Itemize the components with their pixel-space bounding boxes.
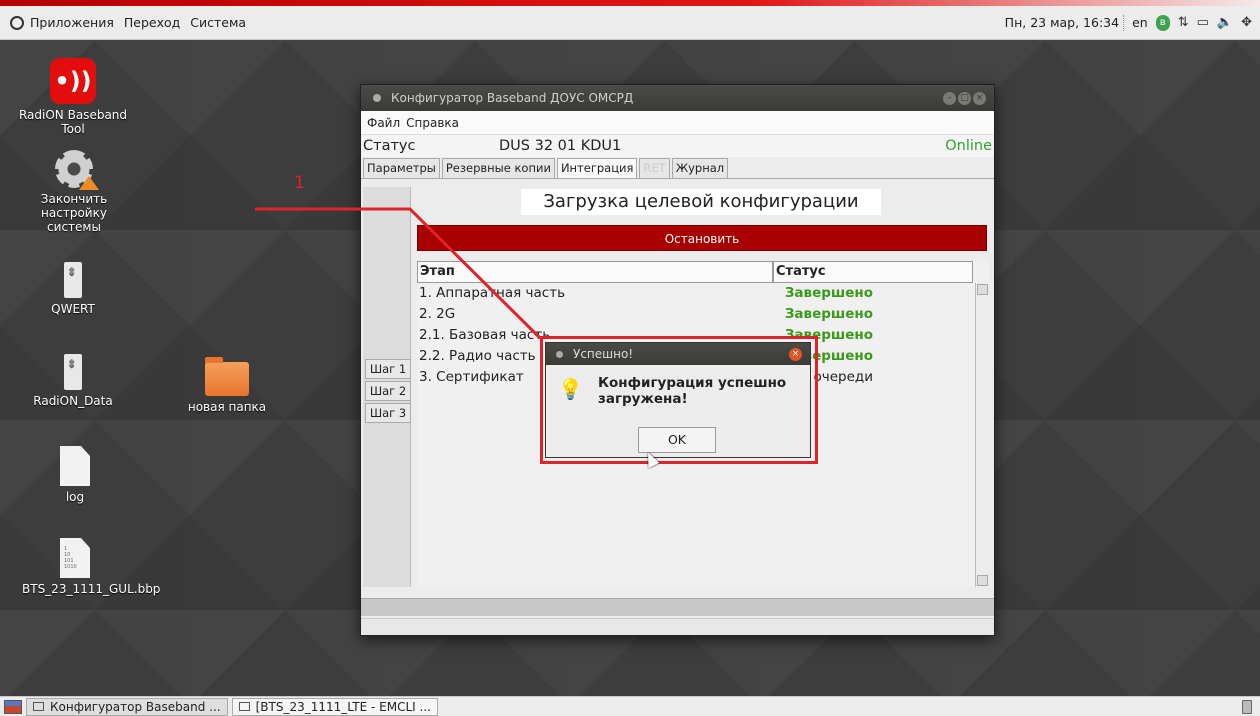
stage-name: 1. Аппаратная часть bbox=[419, 285, 566, 301]
table-scrollbar[interactable] bbox=[975, 283, 989, 587]
menu-file[interactable]: Файл bbox=[367, 116, 400, 130]
content-title: Загрузка целевой конфигурации bbox=[521, 189, 881, 215]
menu-applications[interactable]: Приложения bbox=[30, 15, 114, 30]
desktop-icon-radion[interactable]: •)) RadiON Baseband Tool bbox=[18, 58, 128, 136]
volume-icon[interactable]: 🔈 bbox=[1217, 15, 1233, 30]
column-header-status[interactable]: Статус bbox=[773, 261, 973, 283]
stage-status: Завершено bbox=[784, 306, 873, 322]
window-statusbar bbox=[361, 618, 994, 635]
text-file-icon bbox=[60, 446, 90, 486]
taskbar-item-emcli[interactable]: [BTS_23_1111_LTE - EMCLI ... bbox=[231, 697, 438, 716]
top-menu: Приложения Переход Система bbox=[0, 15, 256, 30]
window-menu-icon[interactable] bbox=[373, 94, 381, 102]
connection-status: Online bbox=[945, 138, 992, 154]
desktop-icon-label: RadiON_Data bbox=[33, 394, 113, 408]
info-bulb-icon: 💡 bbox=[558, 377, 583, 401]
keyboard-layout[interactable]: en bbox=[1132, 15, 1148, 30]
radion-icon: •)) bbox=[50, 58, 96, 104]
menu-help[interactable]: Справка bbox=[406, 116, 459, 130]
desktop-icon-label: RadiON Baseband Tool bbox=[18, 108, 128, 136]
step-1-button[interactable]: Шаг 1 bbox=[365, 359, 411, 379]
desktop-icon-qwert[interactable]: QWERT bbox=[18, 262, 128, 316]
status-label: Статус bbox=[363, 138, 416, 154]
desktop-icon-label: новая папка bbox=[187, 400, 267, 414]
tab-bar: Параметры Резервные копии Интеграция RET… bbox=[361, 157, 994, 179]
dialog-message: Конфигурация успешно загружена! bbox=[598, 375, 787, 407]
steps-panel: Шаг 1 Шаг 2 Шаг 3 bbox=[363, 187, 411, 587]
dialog-titlebar[interactable]: Успешно! × bbox=[546, 343, 810, 365]
scroll-down-icon[interactable] bbox=[977, 575, 988, 586]
tab-parameters[interactable]: Параметры bbox=[363, 158, 440, 178]
trash-icon[interactable] bbox=[1242, 699, 1252, 714]
desktop-icon-label: Закончить настройку системы bbox=[40, 192, 108, 234]
top-panel-tray: Пн, 23 мар, 16:34 en ʙ ⇅ ▭ 🔈 ✥ bbox=[997, 14, 1260, 31]
dialog-close-icon[interactable]: × bbox=[789, 347, 802, 361]
scroll-up-icon[interactable] bbox=[977, 284, 988, 295]
menu-system[interactable]: Система bbox=[190, 15, 246, 30]
window-icon bbox=[33, 702, 44, 711]
clock[interactable]: Пн, 23 мар, 16:34 bbox=[1005, 15, 1119, 30]
minimize-icon[interactable]: – bbox=[943, 91, 956, 105]
tab-journal[interactable]: Журнал bbox=[671, 158, 729, 178]
desktop-icon-log[interactable]: log bbox=[30, 446, 120, 504]
ok-button[interactable]: OK bbox=[638, 427, 716, 453]
maximize-icon[interactable]: □ bbox=[958, 91, 971, 105]
success-dialog: Успешно! × 💡 Конфигурация успешно загруж… bbox=[545, 342, 811, 458]
network-icon[interactable]: ⇅ bbox=[1178, 15, 1189, 30]
taskbar: Конфигуратор Baseband ... [BTS_23_1111_L… bbox=[0, 696, 1260, 716]
desktop-icon-label: log bbox=[65, 490, 85, 504]
table-header: Этап Статус bbox=[417, 261, 989, 283]
window-controls: – □ × bbox=[941, 91, 986, 105]
window-title: Конфигуратор Baseband ДОУС ОМСРД bbox=[391, 91, 634, 105]
top-panel: Приложения Переход Система Пн, 23 мар, 1… bbox=[0, 6, 1260, 40]
desktop-icon-label: QWERT bbox=[51, 302, 95, 316]
window-menubar: Файл Справка bbox=[361, 111, 994, 135]
stage-name: 2. 2G bbox=[419, 306, 456, 322]
desktop-icon-radion-data[interactable]: RadiON_Data bbox=[18, 354, 128, 408]
desktop-icon-finish-setup[interactable]: Закончить настройку системы bbox=[28, 150, 120, 234]
window-titlebar[interactable]: Конфигуратор Baseband ДОУС ОМСРД – □ × bbox=[361, 85, 994, 111]
tab-ret: RET bbox=[639, 158, 670, 178]
menu-places[interactable]: Переход bbox=[124, 15, 180, 30]
table-row: 2. 2G Завершено bbox=[417, 304, 989, 325]
status-line: Статус DUS 32 01 KDU1 Online bbox=[361, 135, 994, 157]
node-name: DUS 32 01 KDU1 bbox=[499, 138, 622, 154]
usb-drive-icon bbox=[64, 354, 82, 390]
usb-drive-icon bbox=[64, 262, 82, 298]
stage-status: Завершено bbox=[784, 285, 873, 301]
step-3-button[interactable]: Шаг 3 bbox=[365, 403, 411, 423]
taskbar-item-configurator[interactable]: Конфигуратор Baseband ... bbox=[26, 697, 228, 716]
desktop-icon-bbp-file[interactable]: 1 10 101 1010 BTS_23_1111_GUL.bbp bbox=[22, 538, 160, 596]
step-2-button[interactable]: Шаг 2 bbox=[365, 381, 411, 401]
settings-gear-icon bbox=[55, 150, 99, 190]
dialog-menu-icon[interactable] bbox=[556, 350, 563, 358]
progress-bar bbox=[361, 598, 994, 616]
bluetooth-icon[interactable]: ʙ bbox=[1155, 14, 1170, 31]
ubuntu-logo-icon bbox=[10, 15, 24, 30]
close-icon[interactable]: × bbox=[973, 91, 986, 105]
panel-separator bbox=[1123, 14, 1125, 31]
taskbar-item-label: Конфигуратор Baseband ... bbox=[50, 699, 221, 714]
power-icon[interactable]: ✥ bbox=[1241, 15, 1252, 30]
table-row: 1. Аппаратная часть Завершено bbox=[417, 283, 989, 304]
stop-button[interactable]: Остановить bbox=[417, 225, 987, 251]
dialog-title: Успешно! bbox=[573, 347, 634, 361]
tab-integration[interactable]: Интеграция bbox=[556, 158, 638, 178]
desktop-icon-label: BTS_23_1111_GUL.bbp bbox=[22, 582, 161, 596]
binary-file-icon: 1 10 101 1010 bbox=[60, 538, 90, 578]
desktop-icon-new-folder[interactable]: новая папка bbox=[172, 357, 282, 414]
battery-icon[interactable]: ▭ bbox=[1197, 15, 1209, 30]
taskbar-item-label: [BTS_23_1111_LTE - EMCLI ... bbox=[255, 699, 431, 714]
show-desktop-icon[interactable] bbox=[4, 699, 22, 714]
tab-backups[interactable]: Резервные копии bbox=[441, 158, 555, 178]
terminal-icon bbox=[238, 702, 250, 711]
folder-icon bbox=[205, 357, 249, 396]
column-header-stage[interactable]: Этап bbox=[417, 261, 773, 283]
